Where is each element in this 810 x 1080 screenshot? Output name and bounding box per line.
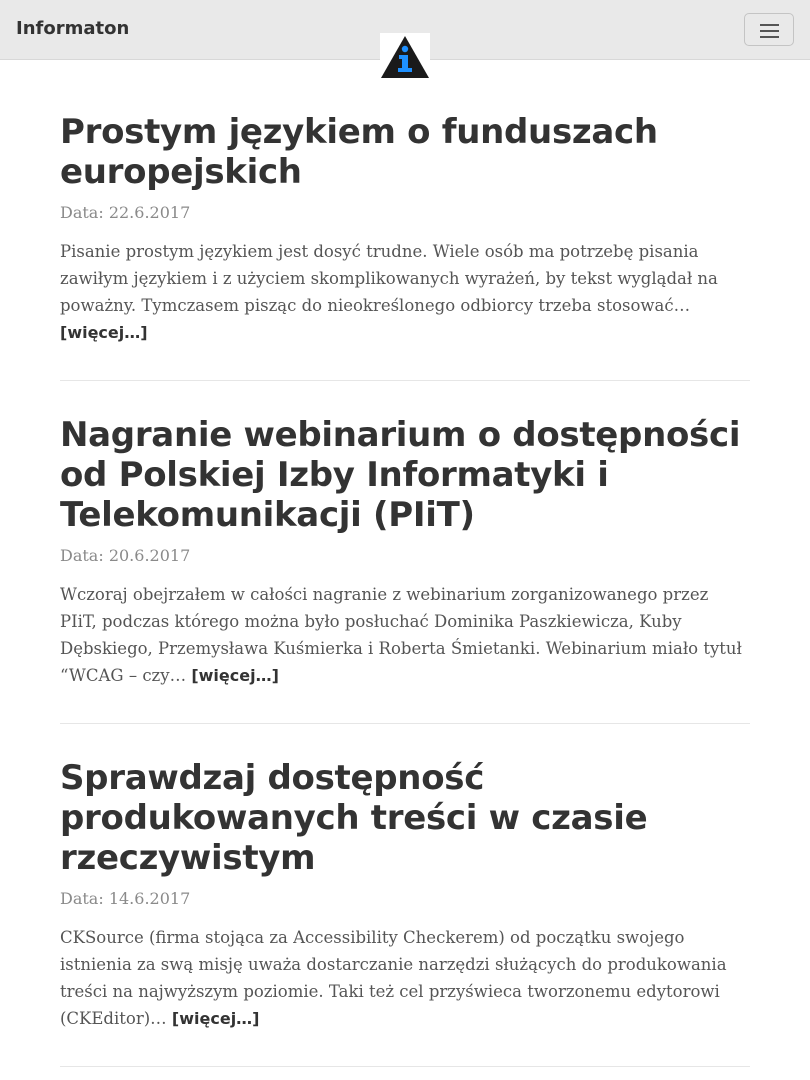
post-excerpt-text: Wczoraj obejrzałem w całości nagranie z … bbox=[60, 585, 742, 685]
post-item: Prostym językiem o funduszach europejski… bbox=[60, 112, 750, 381]
post-excerpt: Pisanie prostym językiem jest dosyć trud… bbox=[60, 238, 750, 346]
post-title[interactable]: Sprawdzaj dostępność produkowanych treśc… bbox=[60, 758, 750, 878]
post-title[interactable]: Prostym językiem o funduszach europejski… bbox=[60, 112, 750, 192]
read-more-link[interactable]: [więcej…] bbox=[191, 666, 279, 685]
read-more-link[interactable]: [więcej…] bbox=[172, 1009, 260, 1028]
post-item: Sprawdzaj dostępność produkowanych treśc… bbox=[60, 758, 750, 1067]
post-date: Data: 14.6.2017 bbox=[60, 889, 191, 908]
read-more-link[interactable]: [więcej…] bbox=[60, 323, 148, 342]
menu-toggle-button[interactable] bbox=[744, 13, 794, 46]
post-list: Prostym językiem o funduszach europejski… bbox=[60, 112, 750, 1080]
post-item: Nagranie webinarium o dostępności od Pol… bbox=[60, 415, 750, 724]
post-date: Data: 22.6.2017 bbox=[60, 203, 191, 222]
hamburger-menu-icon bbox=[760, 24, 779, 26]
post-title[interactable]: Nagranie webinarium o dostępności od Pol… bbox=[60, 415, 750, 535]
info-triangle-logo-icon bbox=[381, 36, 429, 78]
site-logo[interactable] bbox=[380, 33, 430, 80]
post-excerpt: CKSource (firma stojąca za Accessibility… bbox=[60, 924, 750, 1032]
hamburger-menu-icon bbox=[760, 36, 779, 38]
hamburger-menu-icon bbox=[760, 30, 779, 32]
post-excerpt-text: Pisanie prostym językiem jest dosyć trud… bbox=[60, 242, 718, 315]
post-excerpt-text: CKSource (firma stojąca za Accessibility… bbox=[60, 928, 727, 1028]
post-date: Data: 20.6.2017 bbox=[60, 546, 191, 565]
post-excerpt: Wczoraj obejrzałem w całości nagranie z … bbox=[60, 581, 750, 689]
brand-link[interactable]: Informaton bbox=[16, 17, 129, 41]
